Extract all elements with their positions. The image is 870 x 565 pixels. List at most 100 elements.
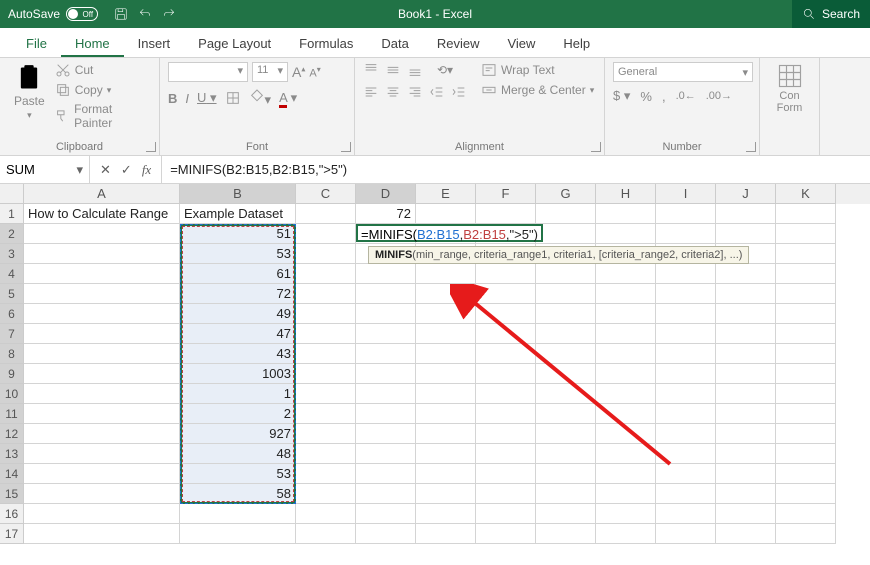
- cell-J8[interactable]: [716, 344, 776, 364]
- cancel-formula-button[interactable]: ✕: [100, 162, 111, 178]
- alignment-dialog-launcher[interactable]: [591, 142, 601, 152]
- save-icon[interactable]: [114, 7, 128, 21]
- cell-B4[interactable]: 61: [180, 264, 296, 284]
- column-header-E[interactable]: E: [416, 184, 476, 204]
- column-header-A[interactable]: A: [24, 184, 180, 204]
- cell-D6[interactable]: [356, 304, 416, 324]
- cell-A3[interactable]: [24, 244, 180, 264]
- enter-formula-button[interactable]: ✓: [121, 162, 132, 178]
- cell-F17[interactable]: [476, 524, 536, 544]
- tab-home[interactable]: Home: [61, 30, 124, 57]
- column-header-D[interactable]: D: [356, 184, 416, 204]
- tab-review[interactable]: Review: [423, 30, 494, 57]
- cell-H17[interactable]: [596, 524, 656, 544]
- cell-C1[interactable]: [296, 204, 356, 224]
- cell-K1[interactable]: [776, 204, 836, 224]
- percent-format-button[interactable]: %: [640, 89, 652, 104]
- cell-J6[interactable]: [716, 304, 776, 324]
- column-header-G[interactable]: G: [536, 184, 596, 204]
- cell-C12[interactable]: [296, 424, 356, 444]
- cell-B16[interactable]: [180, 504, 296, 524]
- cell-B11[interactable]: 2: [180, 404, 296, 424]
- cell-I4[interactable]: [656, 264, 716, 284]
- cell-K13[interactable]: [776, 444, 836, 464]
- cell-B9[interactable]: 1003: [180, 364, 296, 384]
- cell-A5[interactable]: [24, 284, 180, 304]
- cell-A15[interactable]: [24, 484, 180, 504]
- spreadsheet-grid[interactable]: ABCDEFGHIJK 1234567891011121314151617 Ho…: [0, 184, 870, 544]
- row-header-10[interactable]: 10: [0, 384, 24, 404]
- cell-J1[interactable]: [716, 204, 776, 224]
- copy-button[interactable]: Copy ▾: [55, 82, 151, 98]
- cell-I16[interactable]: [656, 504, 716, 524]
- cell-K10[interactable]: [776, 384, 836, 404]
- cell-K16[interactable]: [776, 504, 836, 524]
- align-bottom-button[interactable]: [407, 62, 423, 78]
- cell-A8[interactable]: [24, 344, 180, 364]
- tab-data[interactable]: Data: [367, 30, 422, 57]
- cell-K12[interactable]: [776, 424, 836, 444]
- cell-K4[interactable]: [776, 264, 836, 284]
- cell-D1[interactable]: 72: [356, 204, 416, 224]
- tab-page-layout[interactable]: Page Layout: [184, 30, 285, 57]
- row-header-3[interactable]: 3: [0, 244, 24, 264]
- row-header-8[interactable]: 8: [0, 344, 24, 364]
- font-name-combo[interactable]: ▾: [168, 62, 248, 82]
- format-painter-button[interactable]: Format Painter: [55, 102, 151, 130]
- cell-C7[interactable]: [296, 324, 356, 344]
- cell-editor[interactable]: =MINIFS(B2:B15,B2:B15,">5"): [356, 224, 543, 242]
- cell-D16[interactable]: [356, 504, 416, 524]
- cell-A9[interactable]: [24, 364, 180, 384]
- cell-D17[interactable]: [356, 524, 416, 544]
- cell-C4[interactable]: [296, 264, 356, 284]
- row-header-15[interactable]: 15: [0, 484, 24, 504]
- italic-button[interactable]: I: [185, 91, 189, 106]
- align-left-button[interactable]: [363, 84, 379, 100]
- cell-B2[interactable]: 51: [180, 224, 296, 244]
- column-header-B[interactable]: B: [180, 184, 296, 204]
- group-cond-format[interactable]: ConForm: [760, 58, 820, 155]
- cell-D11[interactable]: [356, 404, 416, 424]
- cell-C5[interactable]: [296, 284, 356, 304]
- indent-decrease-button[interactable]: [429, 84, 445, 100]
- align-middle-button[interactable]: [385, 62, 401, 78]
- cell-G4[interactable]: [536, 264, 596, 284]
- cell-J12[interactable]: [716, 424, 776, 444]
- cell-I2[interactable]: [656, 224, 716, 244]
- cell-A7[interactable]: [24, 324, 180, 344]
- select-all-corner[interactable]: [0, 184, 24, 204]
- merge-center-button[interactable]: Merge & Center ▾: [481, 82, 594, 98]
- cell-I1[interactable]: [656, 204, 716, 224]
- cell-D9[interactable]: [356, 364, 416, 384]
- cell-D13[interactable]: [356, 444, 416, 464]
- cell-J13[interactable]: [716, 444, 776, 464]
- cell-J16[interactable]: [716, 504, 776, 524]
- cell-E16[interactable]: [416, 504, 476, 524]
- fx-button[interactable]: fx: [142, 162, 151, 178]
- tab-insert[interactable]: Insert: [124, 30, 185, 57]
- cell-F1[interactable]: [476, 204, 536, 224]
- name-box[interactable]: SUM ▾: [0, 156, 90, 183]
- cell-E1[interactable]: [416, 204, 476, 224]
- cell-A2[interactable]: [24, 224, 180, 244]
- cell-B14[interactable]: 53: [180, 464, 296, 484]
- row-header-11[interactable]: 11: [0, 404, 24, 424]
- row-header-5[interactable]: 5: [0, 284, 24, 304]
- cell-K6[interactable]: [776, 304, 836, 324]
- row-header-2[interactable]: 2: [0, 224, 24, 244]
- cell-A14[interactable]: [24, 464, 180, 484]
- search-box[interactable]: Search: [792, 0, 870, 28]
- cell-H4[interactable]: [596, 264, 656, 284]
- clipboard-dialog-launcher[interactable]: [146, 142, 156, 152]
- font-dialog-launcher[interactable]: [341, 142, 351, 152]
- cell-J15[interactable]: [716, 484, 776, 504]
- cell-A13[interactable]: [24, 444, 180, 464]
- cell-G16[interactable]: [536, 504, 596, 524]
- cell-B15[interactable]: 58: [180, 484, 296, 504]
- cell-C9[interactable]: [296, 364, 356, 384]
- row-header-13[interactable]: 13: [0, 444, 24, 464]
- cell-G17[interactable]: [536, 524, 596, 544]
- cell-C10[interactable]: [296, 384, 356, 404]
- cell-A12[interactable]: [24, 424, 180, 444]
- cell-K5[interactable]: [776, 284, 836, 304]
